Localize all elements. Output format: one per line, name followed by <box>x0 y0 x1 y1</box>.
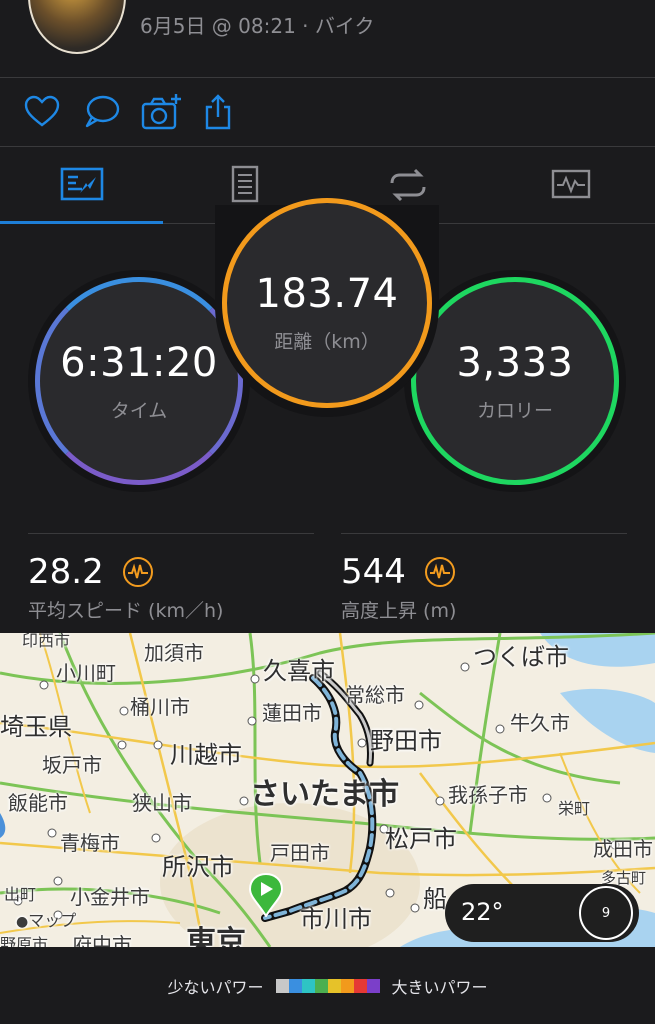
legend-high-label: 大きいパワー <box>391 977 488 997</box>
time-label: タイム <box>110 399 168 422</box>
time-ring: 6:31:20 タイム <box>35 277 243 485</box>
overview-icon <box>60 167 104 201</box>
wind-compass-icon: 9 <box>579 886 633 940</box>
elevation-label: 高度上昇 (m) <box>341 600 457 622</box>
city-label: 飯能市 <box>8 791 68 815</box>
city-label: 所沢市 <box>162 853 234 881</box>
city-label: 府中市 <box>72 933 132 947</box>
city-label: 蓮田市 <box>262 701 322 725</box>
city-label: 野原市 <box>0 935 49 947</box>
calories-value: 3,333 <box>456 339 574 386</box>
legend-swatch <box>275 978 289 993</box>
city-label: 出町 <box>4 885 37 904</box>
distance-label: 距離（km） <box>274 330 380 353</box>
laps-icon <box>390 168 426 202</box>
legend-swatch <box>353 978 367 993</box>
city-label: 野田市 <box>370 727 442 755</box>
tab-graph[interactable] <box>489 147 652 223</box>
city-label: 常総市 <box>345 683 405 707</box>
city-label: 我孫子市 <box>448 783 528 807</box>
city-label: 小金井市 <box>70 885 150 909</box>
city-label: 栄町 <box>558 799 591 818</box>
city-label: 船 <box>423 885 447 913</box>
avg-speed-label: 平均スピード (km／h) <box>28 600 224 622</box>
legend-swatch <box>288 978 302 993</box>
city-label: 戸田市 <box>270 841 330 865</box>
city-label: さいたま市 <box>250 777 400 812</box>
legend-swatch <box>340 978 354 993</box>
elevation-stat: 544 高度上昇 (m) <box>341 533 627 623</box>
city-label: 東京 <box>186 925 246 947</box>
power-legend: 少ないパワー 大きいパワー <box>0 947 655 1024</box>
start-marker-icon[interactable] <box>248 872 284 918</box>
city-label: 市川市 <box>300 905 372 933</box>
active-tab-indicator <box>0 221 163 224</box>
share-icon[interactable] <box>198 92 238 132</box>
distance-value: 183.74 <box>255 270 399 317</box>
attribution-label: マップ <box>28 911 77 930</box>
city-label: 川越市 <box>170 741 242 769</box>
action-bar <box>0 78 655 147</box>
city-label: 坂戸市 <box>42 753 102 777</box>
elevation-value: 544 <box>341 552 406 592</box>
legend-swatch <box>366 978 380 993</box>
power-zone-icon[interactable] <box>122 557 153 587</box>
legend-low-label: 少ないパワー <box>167 977 264 997</box>
city-label: つくば市 <box>473 643 569 671</box>
maps-attribution: ●マップ <box>16 907 76 931</box>
comment-icon[interactable] <box>82 92 122 132</box>
weather-badge[interactable]: 22° 9 <box>445 884 639 942</box>
wind-speed: 9 <box>601 905 611 921</box>
calories-ring: 3,333 カロリー <box>411 277 619 485</box>
details-icon <box>231 165 259 203</box>
power-color-scale <box>275 978 380 993</box>
calories-label: カロリー <box>476 399 553 422</box>
heart-icon[interactable] <box>22 92 62 132</box>
city-label: 埼玉県 <box>0 713 72 741</box>
city-label: 青梅市 <box>60 831 120 855</box>
activity-header: 6月5日 @ 08:21 · バイク <box>0 0 655 78</box>
city-label: 小川町 <box>56 661 116 685</box>
city-label: 桶川市 <box>130 695 190 719</box>
camera-add-icon[interactable] <box>140 92 181 132</box>
city-label: 松戸市 <box>385 825 457 853</box>
city-label: 印西市 <box>22 633 71 650</box>
legend-swatch <box>301 978 315 993</box>
city-label: 久喜市 <box>263 657 335 685</box>
avg-speed-value: 28.2 <box>28 552 104 592</box>
temperature: 22° <box>461 898 504 926</box>
legend-swatch <box>314 978 328 993</box>
apple-icon: ● <box>16 914 29 930</box>
tab-overview[interactable] <box>0 147 163 224</box>
city-label: 成田市 <box>593 837 653 861</box>
city-label: 加須市 <box>144 641 204 665</box>
power-zone-icon[interactable] <box>425 557 455 587</box>
city-label: 牛久市 <box>510 711 570 735</box>
avatar[interactable] <box>28 0 126 54</box>
distance-ring: 183.74 距離（km） <box>222 198 432 408</box>
avg-speed-stat: 28.2 平均スピード (km／h) <box>28 533 314 623</box>
activity-meta: 6月5日 @ 08:21 · バイク <box>140 14 375 38</box>
legend-swatch <box>327 978 341 993</box>
city-label: 狭山市 <box>132 791 192 815</box>
time-value: 6:31:20 <box>60 339 218 386</box>
graph-icon <box>551 169 591 199</box>
